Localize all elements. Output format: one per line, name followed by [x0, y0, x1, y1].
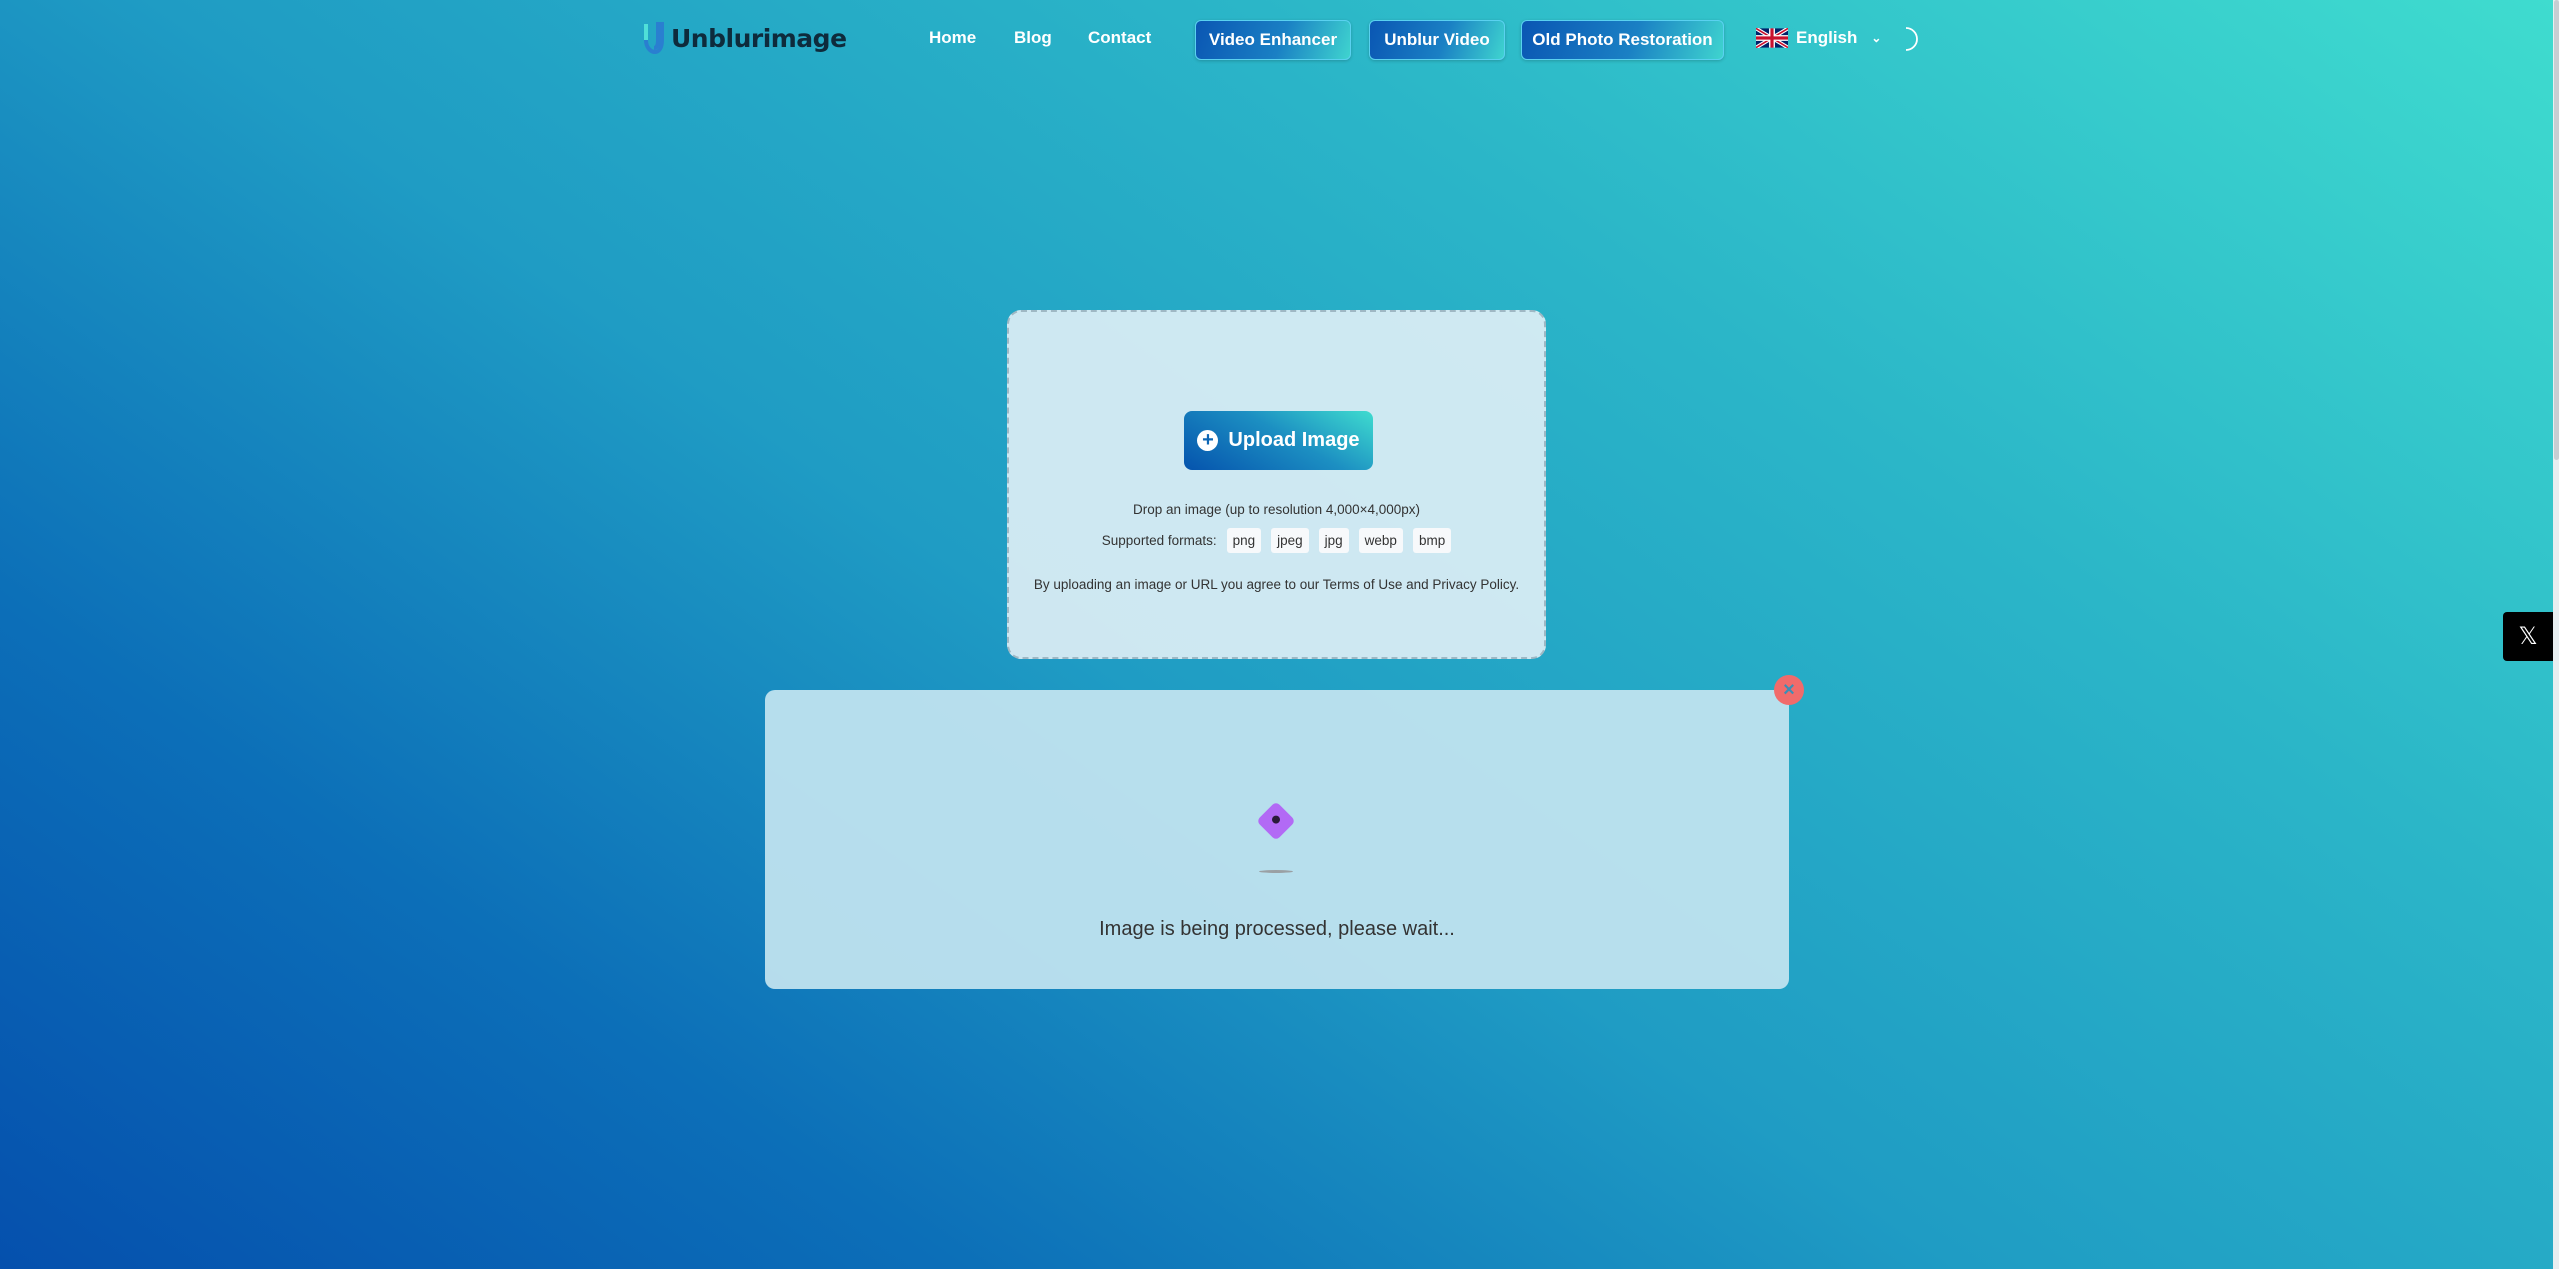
moon-icon[interactable] [1898, 26, 1920, 57]
format-chip: jpg [1318, 528, 1349, 553]
plus-circle-icon: + [1197, 430, 1219, 451]
terms-text: By uploading an image or URL you agree t… [1033, 577, 1520, 592]
drop-text: Drop an image (up to resolution 4,000×4,… [1132, 502, 1421, 517]
x-twitter-icon[interactable]: 𝕏 [2503, 612, 2553, 661]
format-chip: png [1226, 528, 1262, 553]
chevron-down-icon: ⌄ [1871, 31, 1882, 45]
supported-formats: Supported formats: png jpeg jpg webp bmp [1009, 528, 1544, 553]
processing-panel [765, 690, 1789, 989]
scrollbar-thumb[interactable] [2554, 0, 2559, 460]
logo[interactable]: Unblurimage [643, 22, 847, 54]
nav-contact[interactable]: Contact [1088, 28, 1151, 48]
upload-button-label: Upload Image [1228, 429, 1360, 451]
format-chip: webp [1358, 528, 1403, 553]
language-label: English [1796, 28, 1858, 47]
language-selector[interactable]: English ⌄ [1756, 28, 1881, 48]
uk-flag-icon [1756, 28, 1788, 48]
video-enhancer-button[interactable]: Video Enhancer [1195, 20, 1351, 60]
loader-shadow [1259, 870, 1293, 873]
upload-dropzone[interactable]: + Upload Image Drop an image (up to reso… [1007, 310, 1546, 659]
close-icon[interactable]: × [1774, 675, 1804, 705]
format-chip: jpeg [1271, 528, 1309, 553]
logo-text: Unblurimage [671, 23, 847, 53]
processing-message: Image is being processed, please wait... [1099, 918, 1455, 940]
nav-blog[interactable]: Blog [1014, 28, 1052, 48]
nav-home[interactable]: Home [929, 28, 976, 48]
upload-image-button[interactable]: + Upload Image [1184, 411, 1373, 470]
logo-icon [644, 22, 664, 54]
old-photo-restoration-button[interactable]: Old Photo Restoration [1521, 20, 1724, 60]
formats-label: Supported formats: [1101, 533, 1217, 548]
format-chip: bmp [1412, 528, 1452, 553]
unblur-video-button[interactable]: Unblur Video [1369, 20, 1505, 60]
